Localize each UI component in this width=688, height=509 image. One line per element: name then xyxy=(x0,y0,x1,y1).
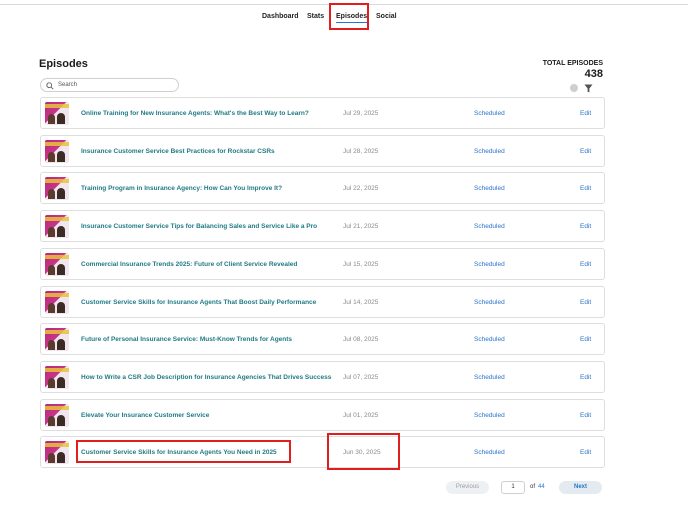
episode-date: Jul 22, 2025 xyxy=(343,185,379,192)
tab-social[interactable]: Social xyxy=(376,13,397,20)
episode-edit-link[interactable]: Edit xyxy=(580,336,591,343)
episode-status: Scheduled xyxy=(474,110,505,117)
search-icon xyxy=(46,82,54,90)
search-placeholder: Search xyxy=(58,82,78,88)
episode-edit-link[interactable]: Edit xyxy=(580,223,591,230)
search-field[interactable]: Search xyxy=(40,78,179,92)
episode-edit-link[interactable]: Edit xyxy=(580,110,591,117)
episode-title-link[interactable]: Insurance Customer Service Tips for Bala… xyxy=(81,223,317,230)
episode-edit-link[interactable]: Edit xyxy=(580,374,591,381)
episode-thumbnail xyxy=(45,253,69,276)
episode-date: Jul 08, 2025 xyxy=(343,336,379,343)
episode-date: Jul 29, 2025 xyxy=(343,110,379,117)
episode-status: Scheduled xyxy=(474,148,505,155)
episode-row[interactable]: Online Training for New Insurance Agents… xyxy=(40,97,605,129)
episode-status: Scheduled xyxy=(474,374,505,381)
filter-icon[interactable] xyxy=(584,84,593,93)
episode-date: Jul 21, 2025 xyxy=(343,223,379,230)
episode-edit-link[interactable]: Edit xyxy=(580,299,591,306)
episode-row[interactable]: Training Program in Insurance Agency: Ho… xyxy=(40,172,605,204)
episode-title-link[interactable]: How to Write a CSR Job Description for I… xyxy=(81,374,331,381)
episode-date: Jul 01, 2025 xyxy=(343,412,379,419)
episode-thumbnail xyxy=(45,291,69,314)
episode-title-link[interactable]: Elevate Your Insurance Customer Service xyxy=(81,412,209,419)
total-pages: 44 xyxy=(538,484,545,490)
episode-date: Jul 14, 2025 xyxy=(343,299,379,306)
list-tools xyxy=(570,84,594,93)
episode-status: Scheduled xyxy=(474,223,505,230)
tab-dashboard[interactable]: Dashboard xyxy=(262,13,299,20)
highlight-box-episode-date xyxy=(327,433,400,470)
episode-title-link[interactable]: Insurance Customer Service Best Practice… xyxy=(81,148,275,155)
episode-date: Jul 28, 2025 xyxy=(343,148,379,155)
episode-thumbnail xyxy=(45,102,69,125)
tab-stats[interactable]: Stats xyxy=(307,13,324,20)
episode-status: Scheduled xyxy=(474,336,505,343)
total-episodes-label: TOTAL EPISODES xyxy=(542,60,603,67)
episode-thumbnail xyxy=(45,140,69,163)
episode-status: Scheduled xyxy=(474,185,505,192)
episode-row[interactable]: Insurance Customer Service Best Practice… xyxy=(40,135,605,167)
episode-edit-link[interactable]: Edit xyxy=(580,261,591,268)
total-episodes-count: 438 xyxy=(584,68,603,80)
episode-title-link[interactable]: Future of Personal Insurance Service: Mu… xyxy=(81,336,292,343)
episode-title-link[interactable]: Commercial Insurance Trends 2025: Future… xyxy=(81,261,297,268)
episode-row[interactable]: Future of Personal Insurance Service: Mu… xyxy=(40,323,605,355)
episode-edit-link[interactable]: Edit xyxy=(580,185,591,192)
episode-thumbnail xyxy=(45,404,69,427)
episode-edit-link[interactable]: Edit xyxy=(580,412,591,419)
episode-row[interactable]: Elevate Your Insurance Customer Service J… xyxy=(40,399,605,431)
episode-status: Scheduled xyxy=(474,299,505,306)
pagination: Previous 1 of 44 Next xyxy=(446,481,606,495)
episode-row[interactable]: Insurance Customer Service Tips for Bala… xyxy=(40,210,605,242)
episode-date: Jul 07, 2025 xyxy=(343,374,379,381)
episode-row[interactable]: Customer Service Skills for Insurance Ag… xyxy=(40,286,605,318)
episode-status: Scheduled xyxy=(474,449,505,456)
episode-title-link[interactable]: Online Training for New Insurance Agents… xyxy=(81,110,309,117)
episode-thumbnail xyxy=(45,366,69,389)
episode-status: Scheduled xyxy=(474,412,505,419)
episode-edit-link[interactable]: Edit xyxy=(580,449,591,456)
episode-title-link[interactable]: Customer Service Skills for Insurance Ag… xyxy=(81,299,316,306)
previous-button[interactable]: Previous xyxy=(446,481,489,494)
highlight-box-episode-title xyxy=(76,440,291,463)
episode-thumbnail xyxy=(45,177,69,200)
episode-thumbnail xyxy=(45,441,69,464)
highlight-box-episodes-tab xyxy=(329,3,369,30)
page-of-label: of 44 xyxy=(530,484,545,490)
page-number-input[interactable]: 1 xyxy=(501,481,525,494)
episode-date: Jul 15, 2025 xyxy=(343,261,379,268)
page-title: Episodes xyxy=(39,58,88,70)
of-text: of xyxy=(530,484,536,490)
episode-title-link[interactable]: Training Program in Insurance Agency: Ho… xyxy=(81,185,282,192)
episode-edit-link[interactable]: Edit xyxy=(580,148,591,155)
episode-row[interactable]: How to Write a CSR Job Description for I… xyxy=(40,361,605,393)
check-circle-icon[interactable] xyxy=(570,84,578,92)
episode-status: Scheduled xyxy=(474,261,505,268)
episode-row[interactable]: Commercial Insurance Trends 2025: Future… xyxy=(40,248,605,280)
episode-thumbnail xyxy=(45,328,69,351)
next-button[interactable]: Next xyxy=(559,481,602,494)
episode-thumbnail xyxy=(45,215,69,238)
